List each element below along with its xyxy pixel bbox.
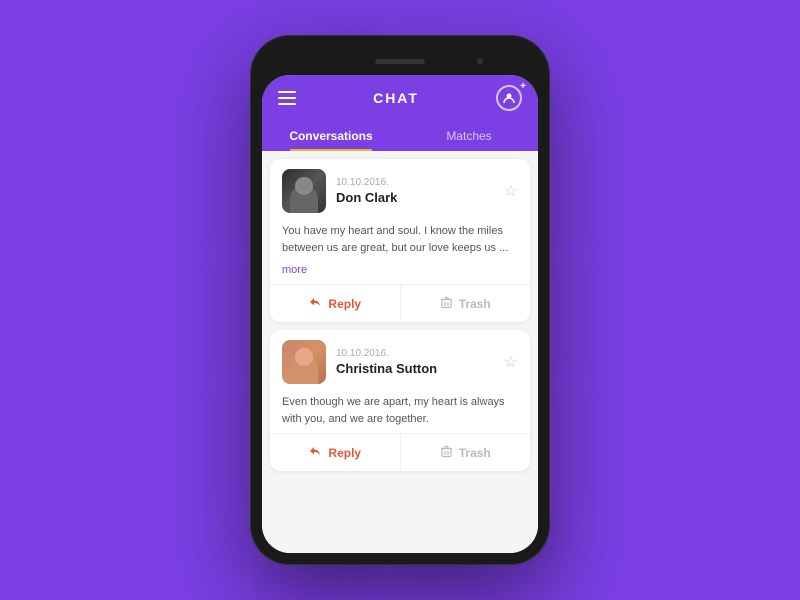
- header-title: CHAT: [373, 90, 419, 106]
- messages-list: 10.10.2016. Don Clark ☆ You have my hear…: [262, 151, 538, 553]
- message-date-1: 10.10.2016.: [336, 177, 494, 188]
- message-name-2: Christina Sutton: [336, 361, 494, 376]
- trash-icon-1: [440, 296, 453, 312]
- phone-camera: [477, 58, 483, 64]
- trash-button-1[interactable]: Trash: [401, 285, 531, 322]
- trash-icon-2: [440, 445, 453, 461]
- message-actions-1: Reply Trash: [270, 284, 530, 322]
- tab-conversations[interactable]: Conversations: [262, 121, 400, 151]
- tabs-bar: Conversations Matches: [262, 121, 538, 151]
- avatar-christina: [282, 340, 326, 384]
- more-link-1[interactable]: more: [270, 262, 530, 284]
- profile-button[interactable]: [496, 85, 522, 111]
- menu-button[interactable]: [278, 91, 296, 105]
- message-name-1: Don Clark: [336, 190, 494, 205]
- reply-button-1[interactable]: Reply: [270, 285, 401, 322]
- message-card-1: 10.10.2016. Don Clark ☆ You have my hear…: [270, 159, 530, 322]
- message-body-1: You have my heart and soul. I know the m…: [270, 219, 530, 262]
- star-button-2[interactable]: ☆: [504, 352, 518, 372]
- avatar-don: [282, 169, 326, 213]
- message-body-2: Even though we are apart, my heart is al…: [270, 390, 530, 433]
- phone-speaker: [375, 59, 425, 64]
- reply-icon-1: [308, 295, 322, 312]
- message-header-2: 10.10.2016. Christina Sutton ☆: [270, 330, 530, 390]
- trash-button-2[interactable]: Trash: [401, 434, 531, 471]
- reply-button-2[interactable]: Reply: [270, 434, 401, 471]
- phone-screen: CHAT Conversations Matches: [262, 75, 538, 553]
- phone-notch: [262, 47, 538, 75]
- reply-icon-2: [308, 444, 322, 461]
- star-button-1[interactable]: ☆: [504, 181, 518, 201]
- message-meta-1: 10.10.2016. Don Clark: [336, 177, 494, 205]
- message-header-1: 10.10.2016. Don Clark ☆: [270, 159, 530, 219]
- message-card-2: 10.10.2016. Christina Sutton ☆ Even thou…: [270, 330, 530, 471]
- message-actions-2: Reply Trash: [270, 433, 530, 471]
- message-meta-2: 10.10.2016. Christina Sutton: [336, 348, 494, 376]
- message-date-2: 10.10.2016.: [336, 348, 494, 359]
- app-header: CHAT: [262, 75, 538, 121]
- tab-matches[interactable]: Matches: [400, 121, 538, 151]
- phone-frame: CHAT Conversations Matches: [250, 35, 550, 565]
